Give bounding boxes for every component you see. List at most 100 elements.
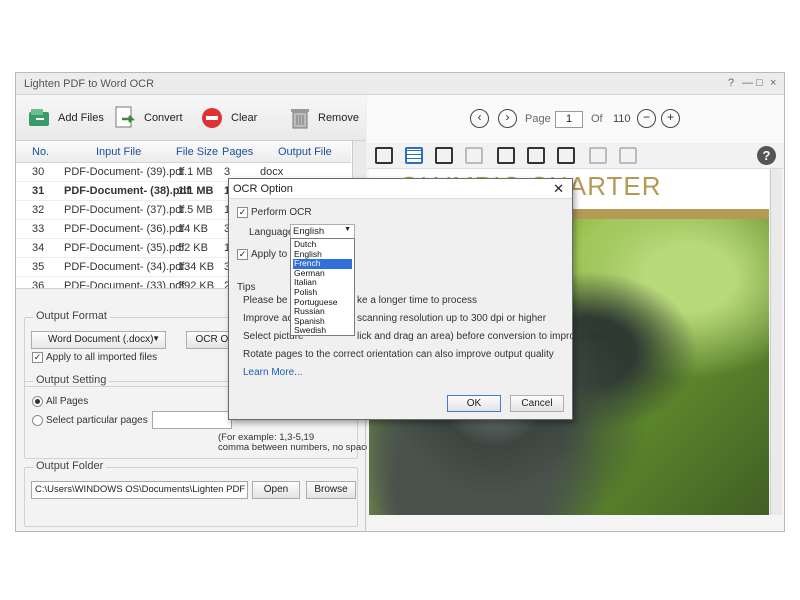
zoom-out-icon[interactable]: − <box>637 109 656 128</box>
col-file-size[interactable]: File Size <box>176 146 218 158</box>
output-folder-label: Output Folder <box>33 460 107 472</box>
add-files-label: Add Files <box>58 112 104 124</box>
maximize-button[interactable]: □ <box>756 77 763 89</box>
ok-button[interactable]: OK <box>447 395 501 412</box>
image-remove-icon[interactable] <box>465 147 483 164</box>
open-folder-button[interactable]: Open <box>252 481 300 499</box>
table-cell: 34 <box>32 242 45 254</box>
tip-1b: ke a longer time to process <box>357 295 478 306</box>
preview-toolbar: ? <box>367 143 784 169</box>
add-files-button[interactable]: Add Files <box>28 105 104 131</box>
language-value: English <box>293 226 325 237</box>
table-cell: 33 <box>32 223 45 235</box>
table-cell: 36 <box>32 280 45 289</box>
view-icon[interactable] <box>375 147 393 164</box>
language-option[interactable]: Swedish <box>293 326 352 336</box>
table-cell: PDF-Document- (34).pdf <box>64 261 185 273</box>
table-cell: 31 <box>32 185 45 197</box>
file-table-header: No. Input File File Size Pages Output Fi… <box>16 141 351 163</box>
particular-pages-input[interactable] <box>152 411 232 429</box>
convert-icon <box>114 106 138 130</box>
add-files-icon <box>28 106 52 130</box>
page-navigation: ‹ › Page 1 Of 110 − + <box>367 95 784 143</box>
convert-button[interactable]: Convert <box>114 105 183 131</box>
particular-pages-radio[interactable] <box>32 415 43 426</box>
tips-label: Tips <box>237 282 256 293</box>
tip-4: Rotate pages to the correct orientation … <box>243 349 554 360</box>
chevron-down-icon: ▼ <box>152 334 160 343</box>
image-icon[interactable] <box>435 147 453 164</box>
of-label: Of <box>591 113 603 125</box>
table-cell: PDF-Document- (38).pdf <box>64 185 190 197</box>
page-number-input[interactable]: 1 <box>555 111 583 128</box>
apply-all-imported-checkbox[interactable]: ✓ <box>32 352 43 363</box>
zoom-in-icon[interactable]: + <box>661 109 680 128</box>
chevron-down-icon: ▼ <box>344 226 351 233</box>
table-cell: docx <box>260 166 284 178</box>
clear-label: Clear <box>231 112 258 124</box>
tip-3b: lick and drag an area) before conversion… <box>357 331 613 342</box>
area-remove-icon[interactable] <box>557 147 575 164</box>
table-cell: 1.1 MB <box>178 185 214 197</box>
minimize-button[interactable]: — <box>742 77 753 89</box>
output-format-value: Word Document (.docx) <box>48 334 154 345</box>
remove-button[interactable]: Remove <box>288 105 359 131</box>
output-folder-path[interactable]: C:\Users\WINDOWS OS\Documents\Lighten PD… <box>31 481 248 499</box>
dialog-title-bar: OCR Option ✕ <box>229 179 572 199</box>
column-area-icon[interactable] <box>527 147 545 164</box>
clear-icon <box>201 106 225 130</box>
col-pages[interactable]: Pages <box>222 146 253 158</box>
preview-scrollbar[interactable] <box>770 169 782 515</box>
table-cell: PDF-Document- (33).pdf <box>64 280 185 289</box>
dialog-title: OCR Option <box>233 183 293 195</box>
next-page-icon[interactable]: › <box>498 109 517 128</box>
grid-select-icon[interactable] <box>405 147 423 164</box>
col-input-file[interactable]: Input File <box>96 146 141 158</box>
output-format-select[interactable]: Word Document (.docx) ▼ <box>31 331 166 349</box>
col-no[interactable]: No. <box>32 146 49 158</box>
help-title-button[interactable]: ? <box>728 77 734 89</box>
close-button[interactable]: × <box>770 77 776 89</box>
table-grid-icon[interactable] <box>619 147 637 164</box>
dialog-close-icon[interactable]: ✕ <box>553 181 564 197</box>
prev-page-icon[interactable]: ‹ <box>470 109 489 128</box>
clear-button[interactable]: Clear <box>201 105 257 131</box>
apply-all-ocr-checkbox[interactable]: ✓ <box>237 249 248 260</box>
convert-label: Convert <box>144 112 183 124</box>
table-cell: 35 <box>32 261 45 273</box>
title-bar: Lighten PDF to Word OCR ? — □ × <box>16 73 784 95</box>
page-label: Page <box>525 113 551 125</box>
learn-more-link[interactable]: Learn More... <box>243 367 302 378</box>
output-format-label: Output Format <box>33 310 110 322</box>
table-cell: 30 <box>32 166 45 178</box>
table-cell: 1.1 MB <box>178 166 213 178</box>
table-area-icon[interactable] <box>589 147 607 164</box>
table-cell: PDF-Document- (36).pdf <box>64 223 185 235</box>
trash-icon <box>288 106 312 130</box>
apply-all-imported-label: Apply to all imported files <box>46 352 158 363</box>
browse-button[interactable]: Browse <box>306 481 356 499</box>
table-cell: PDF-Document- (39).pdf <box>64 166 185 178</box>
ocr-option-dialog: OCR Option ✕ ✓ Perform OCR Language: Eng… <box>228 178 613 420</box>
perform-ocr-label: Perform OCR <box>251 207 312 218</box>
remove-label: Remove <box>318 112 359 124</box>
cancel-button[interactable]: Cancel <box>510 395 564 412</box>
table-cell: PDF-Document- (37).pdf <box>64 204 185 216</box>
help-icon[interactable]: ? <box>757 146 776 165</box>
all-pages-label: All Pages <box>46 396 89 407</box>
output-setting-label: Output Setting <box>33 374 110 386</box>
table-cell: PDF-Document- (35).pdf <box>64 242 185 254</box>
table-cell: 32 <box>32 204 45 216</box>
table-cell: 134 KB <box>178 261 215 273</box>
particular-pages-label: Select particular pages <box>46 415 148 426</box>
window-title: Lighten PDF to Word OCR <box>24 78 155 90</box>
header-area-icon[interactable] <box>497 147 515 164</box>
perform-ocr-checkbox[interactable]: ✓ <box>237 207 248 218</box>
all-pages-radio[interactable] <box>32 396 43 407</box>
table-cell: 14 KB <box>178 223 208 235</box>
table-cell: 3 <box>224 166 231 178</box>
language-select[interactable]: English ▼ <box>290 224 355 239</box>
pages-example-line2: comma between numbers, no space) <box>218 442 375 453</box>
table-cell: 392 KB <box>178 280 215 289</box>
col-output-file[interactable]: Output File <box>278 146 332 158</box>
